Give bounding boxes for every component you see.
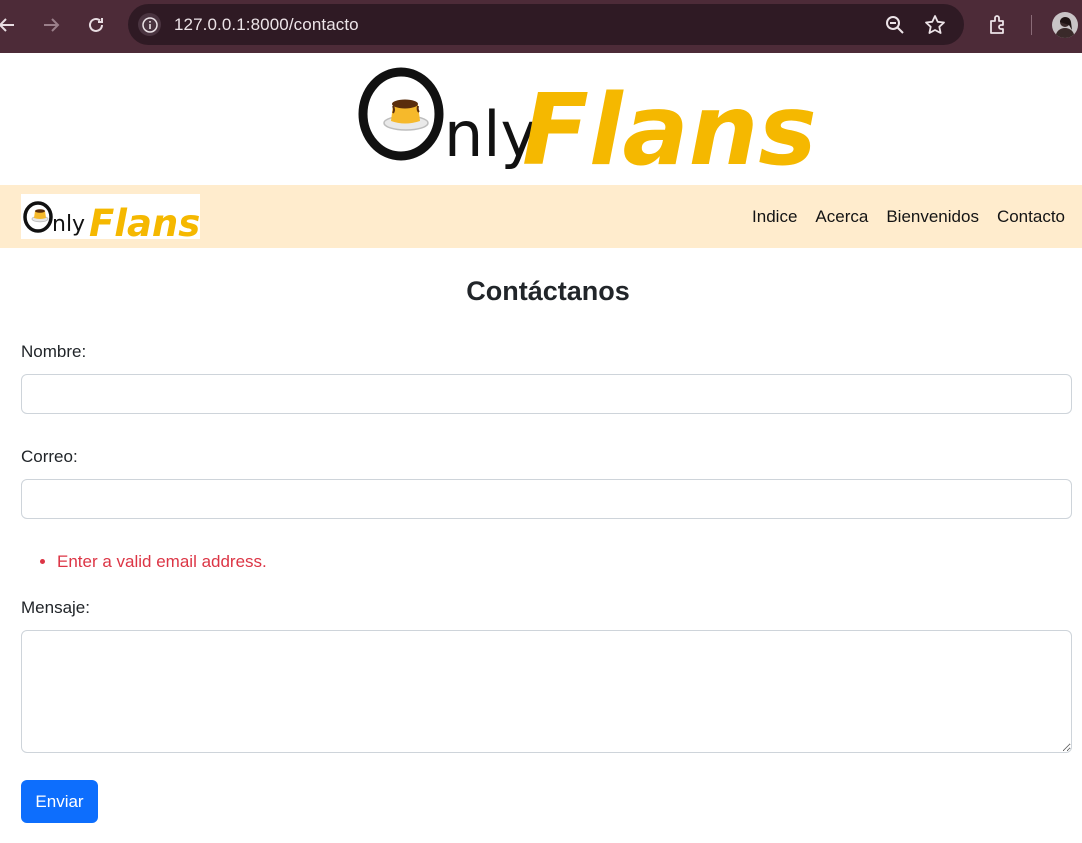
bookmark-star-icon[interactable] [924,14,946,36]
navbar: nly Flans Indice Acerca Bienvenidos Cont… [0,185,1082,248]
message-label: Mensaje: [21,598,90,617]
navbar-logo[interactable]: nly Flans [21,194,200,245]
zoom-icon[interactable] [884,14,906,36]
url-text[interactable]: 127.0.0.1:8000/contacto [174,15,359,35]
nav-link-indice[interactable]: Indice [752,206,797,228]
name-field[interactable] [21,374,1072,414]
back-arrow-icon[interactable] [0,12,20,38]
site-logo-banner: nly Flans [0,53,1082,185]
message-textarea[interactable] [21,630,1072,753]
navbar-logo-text-flans: Flans [89,202,200,239]
onlyflans-logo: nly Flans [358,67,817,185]
reload-icon[interactable] [83,12,109,38]
email-error-list: Enter a valid email address. [21,552,267,572]
toolbar-divider [1031,15,1032,35]
logo-text-flans: Flans [522,74,817,185]
extensions-puzzle-icon[interactable] [986,13,1010,37]
profile-avatar[interactable] [1052,12,1078,38]
nav-link-contacto[interactable]: Contacto [997,206,1065,228]
nav-link-bienvenidos[interactable]: Bienvenidos [886,206,979,228]
nav-links: Indice Acerca Bienvenidos Contacto [734,206,1065,228]
name-label: Nombre: [21,342,87,361]
navbar-logo-text-only: nly [52,212,85,237]
nav-link-acerca[interactable]: Acerca [815,206,868,228]
submit-button[interactable]: Enviar [21,780,98,823]
email-error-message: Enter a valid email address. [57,552,267,572]
email-field[interactable] [21,479,1072,519]
forward-arrow-icon[interactable] [38,12,64,38]
email-label: Correo: [21,447,78,466]
site-info-icon[interactable] [138,13,161,36]
browser-toolbar: 127.0.0.1:8000/contacto [0,0,1082,53]
page-title: Contáctanos [466,276,630,306]
address-bar[interactable]: 127.0.0.1:8000/contacto [128,4,964,45]
